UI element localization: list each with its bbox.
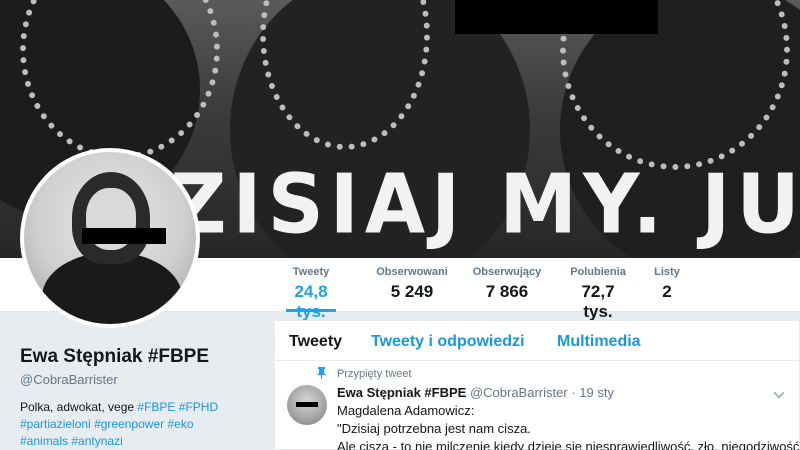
profile-bio: Polka, adwokat, vege #FBPE #FPHD #partia…	[20, 399, 260, 450]
tab-media[interactable]: Multimedia	[557, 333, 641, 351]
stat-label: Polubienia	[570, 266, 626, 278]
stat-tweets[interactable]: Tweety 24,8 tys.	[286, 266, 336, 321]
stat-following[interactable]: Obserwowani 5 249	[374, 266, 450, 312]
tweet-date[interactable]: 19 sty	[579, 385, 614, 400]
hashtag-link[interactable]: #antynazi	[71, 434, 122, 448]
profile-avatar[interactable]	[20, 148, 200, 328]
profile-handle[interactable]: @CobraBarrister	[20, 372, 260, 387]
hashtag-link[interactable]: #animals	[20, 434, 68, 448]
timeline-tabs: Tweety Tweety i odpowiedzi Multimedia	[275, 321, 799, 361]
stat-label: Listy	[654, 266, 680, 278]
pinned-label: Przypięty tweet	[337, 368, 412, 380]
stat-value: 72,7 tys.	[581, 282, 615, 321]
stat-label: Obserwujący	[472, 266, 542, 278]
stat-label: Tweety	[292, 266, 330, 278]
hashtag-link[interactable]: #partiazieloni	[20, 417, 91, 431]
profile-card: Ewa Stępniak #FBPE @CobraBarrister Polka…	[20, 346, 260, 450]
hashtag-link[interactable]: #greenpower	[94, 417, 164, 431]
stat-value: 2	[662, 282, 672, 301]
hashtag-link[interactable]: #eko	[167, 417, 193, 431]
stat-lists[interactable]: Listy 2	[652, 266, 682, 312]
tab-tweets[interactable]: Tweety	[289, 333, 342, 351]
timeline: Tweety Tweety i odpowiedzi Multimedia Pr…	[274, 320, 800, 450]
tweet-avatar[interactable]	[287, 385, 327, 425]
profile-name[interactable]: Ewa Stępniak #FBPE	[20, 346, 260, 368]
stat-value: 5 249	[390, 282, 434, 301]
tweet-text-line: Magdalena Adamowicz:	[337, 403, 475, 418]
tweet-separator: ·	[571, 385, 576, 400]
tweet-author-name[interactable]: Ewa Stępniak #FBPE	[337, 385, 466, 400]
hashtag-link[interactable]: #FPHD	[179, 400, 218, 414]
stat-label: Obserwowani	[376, 266, 448, 278]
stat-value: 7 866	[485, 282, 529, 301]
stat-likes[interactable]: Polubienia 72,7 tys.	[565, 266, 631, 321]
censor-bar	[82, 228, 166, 244]
profile-page: ZISIAJ MY. JUTRO Tweety 24,8 tys. Obserw…	[0, 0, 800, 450]
pin-icon	[317, 367, 326, 379]
tweet-author-handle[interactable]: @CobraBarrister	[470, 385, 568, 400]
tweet-header: Ewa Stępniak #FBPE @CobraBarrister · 19 …	[337, 385, 614, 400]
tweet-text-line: Ale cisza - to nie milczenie kiedy dziej…	[337, 439, 800, 450]
censor-bar	[455, 0, 658, 34]
tweet-text-line: "Dzisiaj potrzebna jest nam cisza.	[337, 421, 531, 436]
stat-value: 24,8 tys.	[294, 282, 328, 321]
bio-text: Polka, adwokat, vege	[20, 400, 135, 414]
tab-tweets-replies[interactable]: Tweety i odpowiedzi	[371, 333, 525, 351]
banner-slogan: ZISIAJ MY. JUTRO	[170, 157, 800, 253]
hashtag-link[interactable]: #FBPE	[137, 400, 175, 414]
chevron-down-icon[interactable]	[773, 387, 785, 399]
stat-followers[interactable]: Obserwujący 7 866	[472, 266, 542, 312]
